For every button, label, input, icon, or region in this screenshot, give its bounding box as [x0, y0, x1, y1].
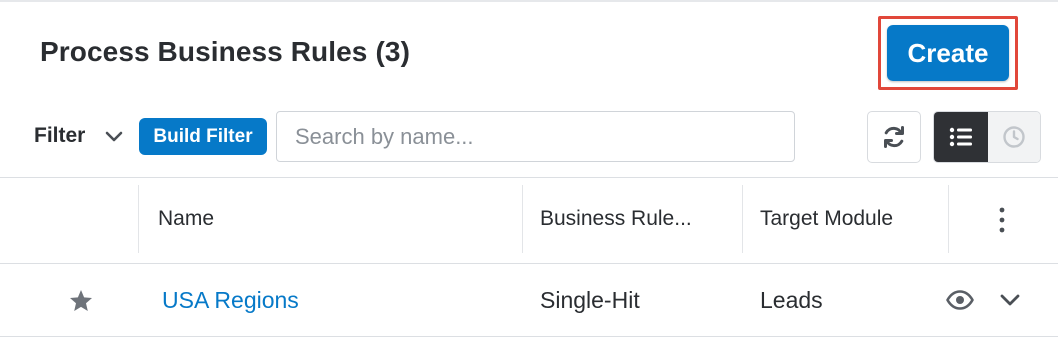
- column-divider: [522, 185, 523, 253]
- column-divider: [742, 185, 743, 253]
- page-title: Process Business Rules (3): [40, 36, 410, 68]
- chevron-down-icon[interactable]: [998, 289, 1022, 311]
- column-header-target-module[interactable]: Target Module: [760, 207, 893, 231]
- search-input[interactable]: [276, 111, 795, 162]
- list-view-icon: [949, 127, 972, 147]
- row-divider: [0, 336, 1058, 337]
- clock-icon: [1003, 126, 1025, 148]
- table-header-divider: [0, 177, 1058, 178]
- record-count: (3): [375, 36, 410, 67]
- eye-icon[interactable]: [945, 287, 975, 313]
- create-button[interactable]: Create: [887, 25, 1009, 81]
- activity-view-button[interactable]: [988, 112, 1040, 162]
- list-view-button[interactable]: [934, 112, 988, 162]
- kebab-menu-icon[interactable]: [992, 205, 1012, 235]
- row-divider: [0, 263, 1058, 264]
- refresh-icon: [884, 126, 904, 148]
- column-header-name[interactable]: Name: [158, 207, 214, 231]
- record-name-link[interactable]: USA Regions: [162, 287, 299, 314]
- column-divider: [948, 185, 949, 253]
- chevron-down-icon[interactable]: [103, 127, 125, 147]
- build-filter-button[interactable]: Build Filter: [139, 118, 267, 155]
- refresh-button[interactable]: [867, 111, 921, 163]
- filter-dropdown-label[interactable]: Filter: [34, 124, 85, 148]
- business-rule-type-cell: Single-Hit: [540, 287, 640, 313]
- page-title-text: Process Business Rules: [40, 36, 368, 67]
- star-icon[interactable]: [68, 288, 94, 314]
- top-divider: [0, 0, 1058, 2]
- target-module-cell: Leads: [760, 287, 823, 313]
- view-toggle-group: [933, 111, 1041, 163]
- column-divider: [138, 185, 139, 253]
- column-header-business-rule-type[interactable]: Business Rule...: [540, 207, 692, 231]
